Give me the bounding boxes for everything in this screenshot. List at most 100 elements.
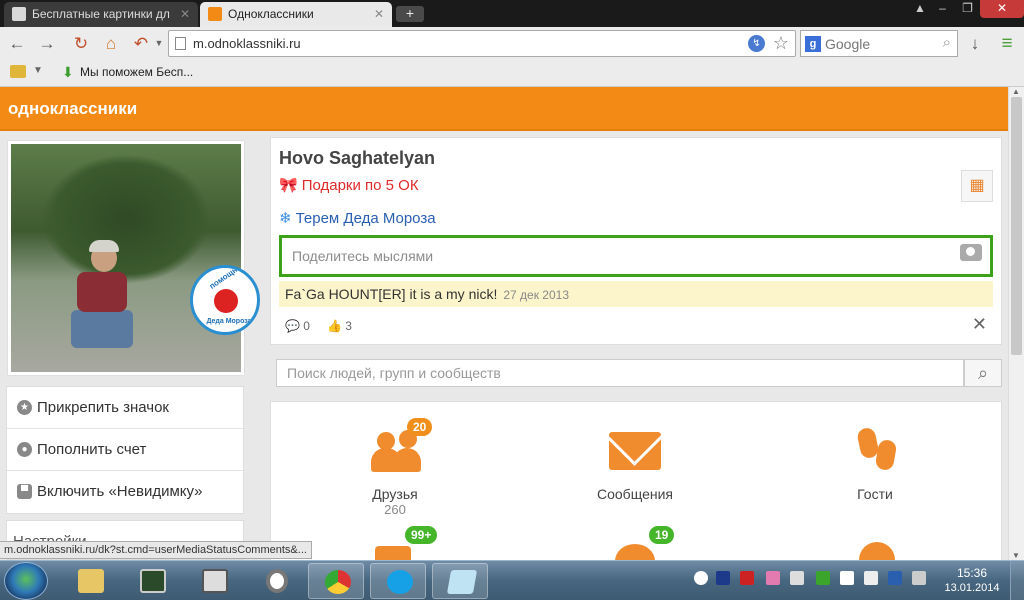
profile-name[interactable]: Hovo Saghatelyan [279, 148, 435, 169]
likes-counter[interactable]: 👍 3 [327, 319, 352, 333]
search-engine-label: Google [825, 36, 871, 52]
search-box[interactable]: g Google ⌕ [800, 30, 958, 57]
extension-icon[interactable]: ↯ [748, 35, 765, 52]
search-icon[interactable]: ⌕ [964, 359, 1002, 387]
folder-icon[interactable] [10, 65, 26, 78]
tile-label: Сообщения [597, 486, 673, 502]
close-icon[interactable]: ✕ [972, 314, 987, 335]
tile-row2-1[interactable]: 99+ [305, 526, 485, 560]
taskbar-k-app[interactable] [186, 563, 242, 599]
menu-item-label: Включить «Невидимку» [37, 483, 203, 500]
flag-icon[interactable] [740, 571, 754, 585]
undo-dropdown-icon[interactable]: ▼ [148, 33, 170, 55]
like-icon: 👍 [327, 319, 342, 333]
friends-count: 260 [384, 502, 406, 517]
browser-tab-strip: Бесплатные картинки дл ✕ Одноклассники ✕… [0, 0, 1024, 27]
odnoklassniki-favicon-icon [208, 7, 222, 21]
close-tab-icon[interactable]: ✕ [374, 2, 384, 26]
address-bar[interactable]: m.odnoklassniki.ru ↯ ☆ [168, 30, 796, 57]
share-thoughts-input[interactable]: Поделитесь мыслями [292, 248, 433, 264]
people-search-field[interactable]: Поиск людей, групп и сообществ [276, 359, 964, 387]
person-figure [71, 240, 133, 354]
back-icon[interactable]: ← [6, 33, 28, 55]
signal-icon[interactable] [864, 571, 878, 585]
tile-row2-2[interactable]: 19 [545, 526, 725, 560]
status-message[interactable]: Fa`Ga HOUNT[ER] it is a my nick! 27 дек 2… [279, 281, 993, 307]
tile-guests[interactable]: Гости [785, 426, 965, 502]
close-tab-icon[interactable]: ✕ [180, 2, 190, 26]
tab-free-pictures[interactable]: Бесплатные картинки дл ✕ [4, 2, 198, 27]
taskbar-notes[interactable] [432, 563, 488, 599]
show-desktop-button[interactable] [1010, 561, 1024, 600]
tray-circle-icon[interactable] [694, 571, 708, 585]
profile-card: Hovo Saghatelyan 🎀 Подарки по 5 ОК ▦ ❄ Тер… [270, 137, 1002, 345]
clock-date[interactable]: 13.01.2014 [940, 582, 1004, 594]
tray-app-icon[interactable] [716, 571, 730, 585]
close-window-button[interactable]: ✕ [980, 0, 1024, 18]
messages-icon [605, 426, 665, 480]
search-icon[interactable]: ⌕ [943, 34, 951, 51]
scroll-thumb[interactable] [1011, 97, 1022, 355]
menu-item-top-up[interactable]: ● Пополнить счет [7, 429, 243, 471]
tab-odnoklassniki[interactable]: Одноклассники ✕ [200, 2, 392, 27]
tile-friends[interactable]: 20 Друзья 260 [305, 418, 485, 517]
gifts-link[interactable]: 🎀 Подарки по 5 ОК [279, 176, 419, 194]
bookmark-star-icon[interactable]: ☆ [773, 33, 789, 54]
share-thoughts-box[interactable]: Поделитесь мыслями [279, 235, 993, 277]
menu-icon[interactable]: ≡ [996, 33, 1018, 55]
page-scrollbar[interactable]: ▲ ▼ [1008, 87, 1024, 560]
menu-item-invisible[interactable]: ▀ Включить «Невидимку» [7, 471, 243, 513]
bookmark-label: Мы поможем Бесп... [80, 65, 194, 79]
taskbar-skype[interactable] [370, 563, 426, 599]
footprints-icon [845, 426, 905, 480]
site-logo[interactable]: одноклассники [8, 99, 137, 119]
monitor-icon [140, 569, 166, 593]
hat-icon: ▀ [17, 484, 32, 499]
taskbar-chrome[interactable] [308, 563, 364, 599]
taskbar-monitor[interactable] [124, 563, 180, 599]
santa-helper-badge[interactable]: помощник Деда Мороза [190, 265, 260, 335]
bookmark-item[interactable]: ⬇ Мы поможем Бесп... [62, 64, 194, 80]
minimize-button[interactable]: – [930, 0, 955, 18]
download-arrow-icon: ⬇ [62, 64, 74, 80]
camera-icon[interactable] [960, 244, 982, 261]
maximize-button[interactable]: ❐ [955, 0, 980, 18]
speaker-icon[interactable] [912, 571, 926, 585]
search-input[interactable]: Поиск людей, групп и сообществ [287, 365, 501, 381]
reload-icon[interactable]: ↻ [70, 33, 92, 55]
screen: Бесплатные картинки дл ✕ Одноклассники ✕… [0, 0, 1024, 600]
tile-messages[interactable]: Сообщения [545, 426, 725, 502]
url-text[interactable]: m.odnoklassniki.ru [193, 36, 301, 51]
chevron-down-icon[interactable]: ▼ [33, 65, 43, 76]
start-button[interactable] [4, 562, 48, 600]
bookmarks-bar: ▼ ⬇ Мы поможем Бесп... [0, 60, 1024, 87]
browser-toolbar: ← → ↻ ⌂ ↶ ▼ m.odnoklassniki.ru ↯ ☆ g Goo… [0, 27, 1024, 60]
taskbar-opera[interactable] [248, 563, 304, 599]
discussions-badge: 99+ [405, 526, 438, 544]
volume-icon[interactable] [790, 571, 804, 585]
terem-link[interactable]: ❄ Терем Деда Мороза [279, 209, 436, 227]
scroll-down-icon[interactable]: ▼ [1012, 551, 1020, 560]
gift-icon[interactable]: ▦ [961, 170, 993, 202]
forward-icon[interactable]: → [36, 33, 58, 55]
shield-icon[interactable] [816, 571, 830, 585]
notes-icon [446, 570, 478, 594]
comments-counter[interactable]: 💬 0 [285, 319, 310, 333]
tile-row2-3[interactable] [785, 528, 965, 560]
taskbar-explorer[interactable] [62, 563, 118, 599]
download-icon[interactable]: ↓ [964, 33, 986, 55]
tab-label: Бесплатные картинки дл [32, 7, 170, 21]
home-icon[interactable]: ⌂ [100, 33, 122, 55]
status-date: 27 дек 2013 [503, 288, 569, 302]
new-tab-button[interactable]: + [396, 6, 424, 22]
clock-time[interactable]: 15:36 [950, 566, 994, 580]
chrome-icon [325, 570, 351, 594]
network-icon[interactable] [888, 571, 902, 585]
profile-photo[interactable] [8, 141, 244, 375]
usb-icon[interactable] [840, 571, 854, 585]
menu-item-attach-badge[interactable]: ★ Прикрепить значок [7, 387, 243, 429]
tray-pink-icon[interactable] [766, 571, 780, 585]
scroll-up-icon[interactable]: ▲ [1012, 87, 1020, 96]
status-text: Fa`Ga HOUNT[ER] it is a my nick! [285, 286, 498, 302]
likes-count: 3 [345, 319, 352, 333]
